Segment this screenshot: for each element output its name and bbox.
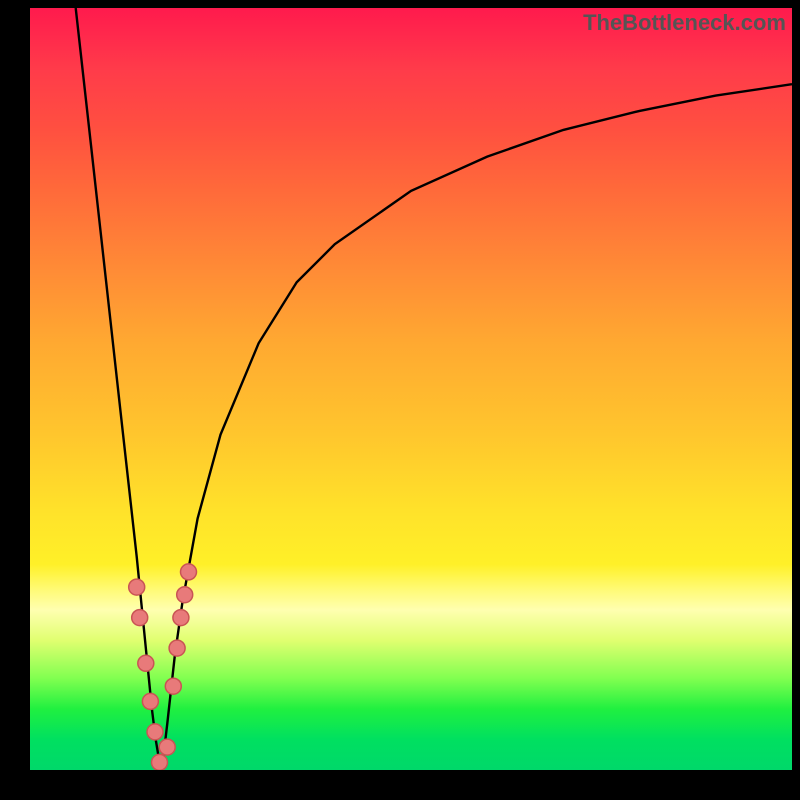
data-point-5 [152, 754, 168, 770]
plot-area: TheBottleneck.com [30, 8, 792, 770]
data-point-4 [147, 724, 163, 740]
curve-layer [30, 8, 792, 770]
data-point-7 [165, 678, 181, 694]
data-point-3 [142, 693, 158, 709]
data-point-2 [138, 655, 154, 671]
data-point-11 [181, 564, 197, 580]
data-point-1 [132, 610, 148, 626]
data-points [129, 564, 197, 770]
chart-frame: TheBottleneck.com [0, 0, 800, 800]
curve-right-branch [162, 84, 792, 770]
data-point-0 [129, 579, 145, 595]
data-point-10 [177, 587, 193, 603]
bottleneck-curves [76, 8, 792, 770]
data-point-8 [169, 640, 185, 656]
data-point-6 [159, 739, 175, 755]
data-point-9 [173, 610, 189, 626]
